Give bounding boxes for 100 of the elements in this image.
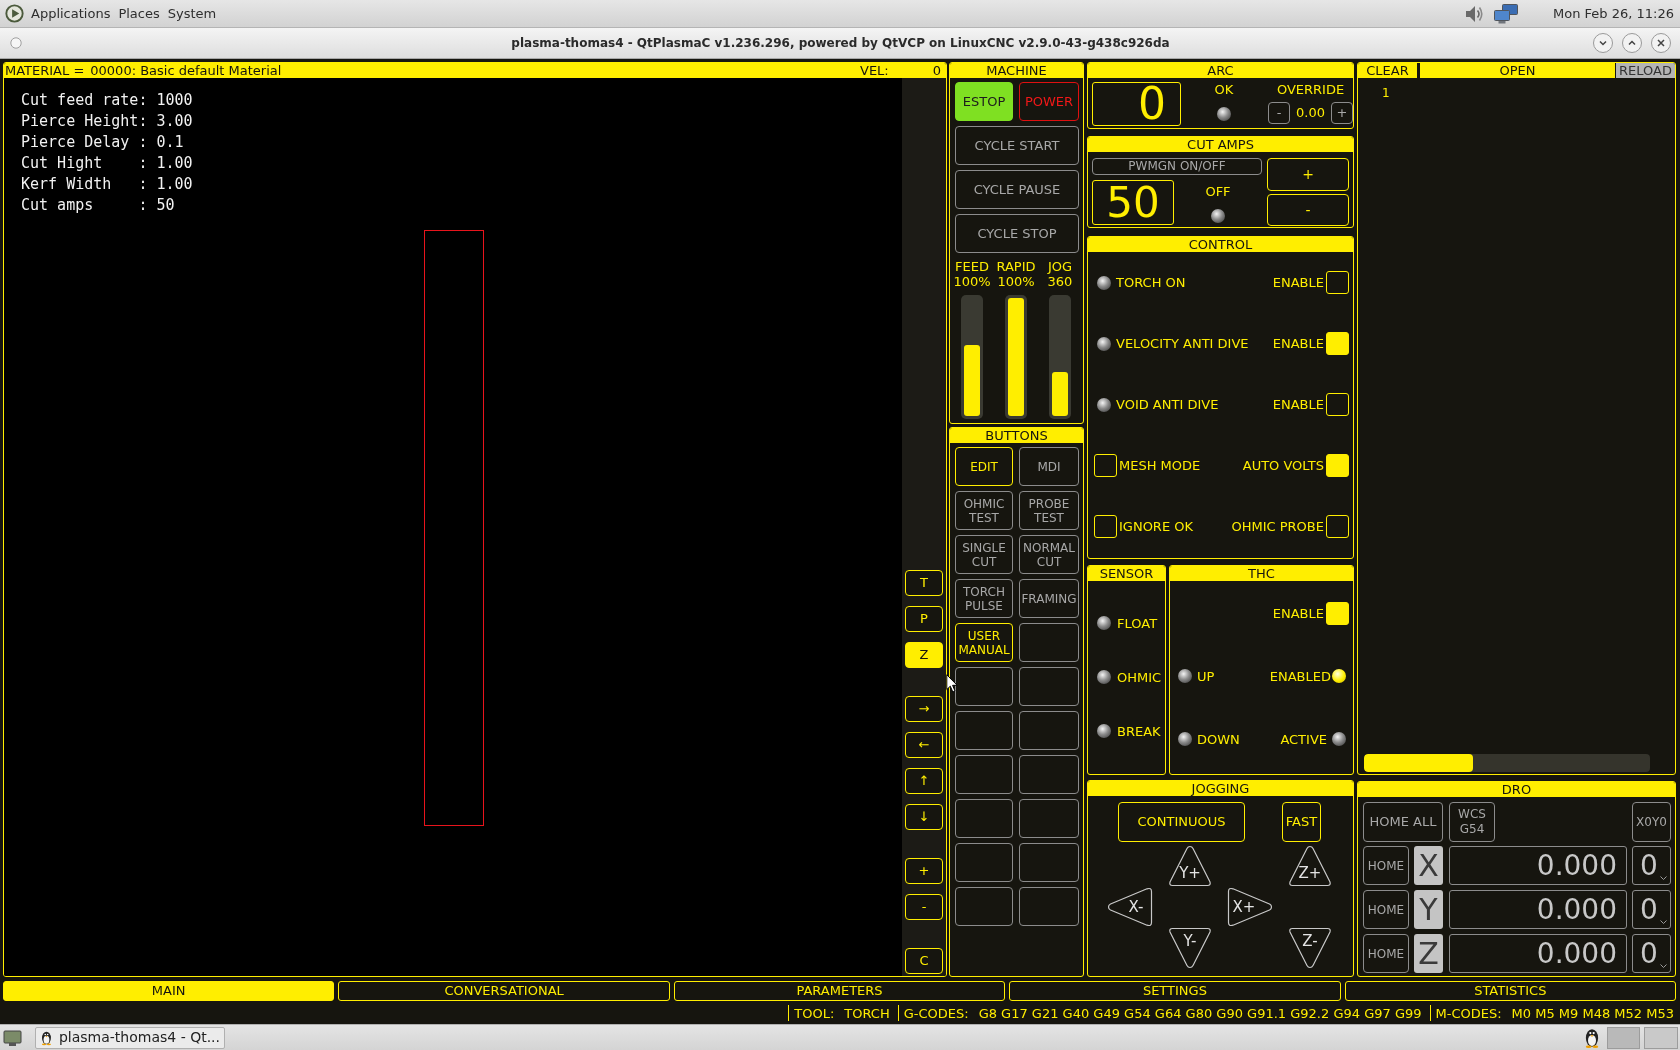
indicator-label: UP xyxy=(1197,668,1215,684)
function-button[interactable]: EDIT xyxy=(955,447,1013,486)
section-header: THC xyxy=(1170,566,1353,581)
checkbox[interactable] xyxy=(1326,332,1349,355)
status-value: TORCH xyxy=(844,1005,890,1021)
zoom-button[interactable]: + xyxy=(905,858,943,884)
minimize-button[interactable] xyxy=(1593,33,1613,53)
checkbox[interactable] xyxy=(1326,454,1349,477)
close-icon xyxy=(1656,38,1666,48)
override-label: OVERRIDE xyxy=(1276,82,1345,97)
section-header: SENSOR xyxy=(1088,566,1165,581)
amps-plus-button[interactable]: + xyxy=(1267,158,1349,191)
clock-text[interactable]: Mon Feb 26, 11:26 xyxy=(1553,3,1674,24)
file-button[interactable]: CLEAR xyxy=(1358,63,1417,78)
pan-button[interactable]: ↑ xyxy=(905,768,943,794)
option-label: IGNORE OK xyxy=(1119,519,1193,534)
amps-minus-button[interactable]: - xyxy=(1267,194,1349,226)
function-button[interactable]: USER MANUAL xyxy=(955,623,1013,662)
clear-view-button[interactable]: C xyxy=(905,948,943,974)
section-header: BUTTONS xyxy=(950,428,1083,443)
checkbox[interactable] xyxy=(1326,271,1349,294)
section-header: JOGGING xyxy=(1088,781,1353,796)
section-header: DRO xyxy=(1358,782,1675,797)
velocity-value: 0 xyxy=(932,63,941,78)
status-value: G8 G17 G21 G40 G49 G54 G64 G80 G90 G91.1 G92.2 G94 G97 G99 xyxy=(978,1005,1422,1021)
jog-speed-button[interactable]: FAST xyxy=(1282,802,1321,842)
option-label: ENABLE xyxy=(1272,397,1324,412)
status-label: TOOL: xyxy=(794,1005,835,1021)
material-name: 00000: Basic default Material xyxy=(90,63,282,78)
cut-amps-display: 50 xyxy=(1092,180,1174,225)
status-label: M-CODES: xyxy=(1435,1005,1502,1021)
checkbox[interactable] xyxy=(1094,515,1117,538)
view-button[interactable]: Z xyxy=(905,642,943,668)
jog-mode-button[interactable]: CONTINUOUS xyxy=(1118,802,1245,842)
axis-label: Z xyxy=(1414,934,1443,973)
cut-parameter-line: Pierce Delay : 0.1 xyxy=(21,132,184,153)
desktop-icon[interactable] xyxy=(3,1028,22,1047)
status-value: M0 M5 M9 M48 M52 M53 xyxy=(1511,1005,1674,1021)
offset-dropdown[interactable]: 0 xyxy=(1632,934,1671,973)
cut-parameter-line: Cut feed rate: 1000 xyxy=(21,90,193,111)
override-value: 0.00 xyxy=(1295,104,1326,123)
caret-icon xyxy=(1660,964,1667,968)
slider-label: FEED xyxy=(955,259,989,274)
section-header: CONTROL xyxy=(1088,237,1353,252)
pan-button[interactable]: → xyxy=(905,696,943,722)
option-label: ENABLE xyxy=(1272,275,1324,290)
velocity-label: VEL: xyxy=(860,63,889,78)
indicator-label: OK xyxy=(1214,82,1234,97)
line-number: 1 xyxy=(1382,86,1390,101)
slider-value: 360 xyxy=(1047,274,1073,289)
pan-button[interactable]: ← xyxy=(905,732,943,758)
section-header: MACHINE xyxy=(950,63,1083,78)
maximize-button[interactable] xyxy=(1622,33,1642,53)
view-button[interactable]: T xyxy=(905,570,943,596)
slider-track[interactable] xyxy=(961,295,983,419)
slider-value: 100% xyxy=(997,274,1035,289)
menu-item[interactable]: System xyxy=(167,3,217,24)
checkbox[interactable] xyxy=(1326,515,1349,538)
view-button[interactable]: P xyxy=(905,606,943,632)
tab[interactable]: MAIN xyxy=(3,981,335,1001)
indicator-label: OFF xyxy=(1205,184,1231,199)
menu-item[interactable]: Applications xyxy=(31,3,111,24)
option-label: ENABLE xyxy=(1272,336,1324,351)
cut-parameter-line: Cut Hight : 1.00 xyxy=(21,153,193,174)
slider-label: JOG xyxy=(1047,259,1073,274)
file-button[interactable]: OPEN xyxy=(1420,63,1615,78)
section-header: CUT AMPS xyxy=(1088,137,1353,152)
network-computers-icon[interactable] xyxy=(1493,2,1520,25)
checkbox[interactable] xyxy=(1094,454,1117,477)
indicator-label: ACTIVE xyxy=(1280,731,1327,747)
chevron-down-icon xyxy=(1598,38,1608,48)
offset-dropdown[interactable]: 0 xyxy=(1632,846,1671,885)
power-button[interactable]: POWER xyxy=(1019,82,1079,121)
zoom-button[interactable]: - xyxy=(905,894,943,920)
indicator-label: FLOAT xyxy=(1117,615,1158,631)
estop-button[interactable]: ESTOP xyxy=(955,82,1013,121)
menu-item[interactable]: Places xyxy=(118,3,160,24)
play-circle-icon[interactable] xyxy=(5,4,24,23)
indicator-label: OHMIC xyxy=(1117,669,1162,685)
tab[interactable]: SETTINGS xyxy=(1009,981,1341,1001)
window-title: plasma-thomas4 - QtPlasmaC v1.236.296, powered by QtVCP on LinuxCNC v2.9.0-43-g438c926da xyxy=(511,35,1170,52)
checkbox[interactable] xyxy=(1326,601,1349,625)
axis-position-value: 0.000 xyxy=(1449,890,1627,929)
close-button[interactable] xyxy=(1651,33,1671,53)
penguin-icon[interactable] xyxy=(1583,1027,1601,1048)
slider-label: RAPID xyxy=(996,259,1036,274)
option-label: ENABLE xyxy=(1272,605,1324,621)
offset-dropdown[interactable]: 0 xyxy=(1632,890,1671,929)
tab[interactable]: PARAMETERS xyxy=(673,981,1006,1001)
chevron-up-icon xyxy=(1627,38,1637,48)
checkbox[interactable] xyxy=(1326,393,1349,416)
tab[interactable]: CONVERSATIONAL xyxy=(338,981,670,1001)
option-label: AUTO VOLTS xyxy=(1242,458,1324,473)
indicator-label: VOID ANTI DIVE xyxy=(1116,397,1219,412)
slider-track[interactable] xyxy=(1049,295,1071,419)
axis-label: X xyxy=(1414,846,1443,885)
option-label: OHMIC PROBE xyxy=(1231,519,1324,534)
tab[interactable]: STATISTICS xyxy=(1344,981,1676,1001)
pan-button[interactable]: ↓ xyxy=(905,804,943,830)
taskbar-button[interactable]: plasma-thomas4 - Qt... xyxy=(35,1026,225,1049)
